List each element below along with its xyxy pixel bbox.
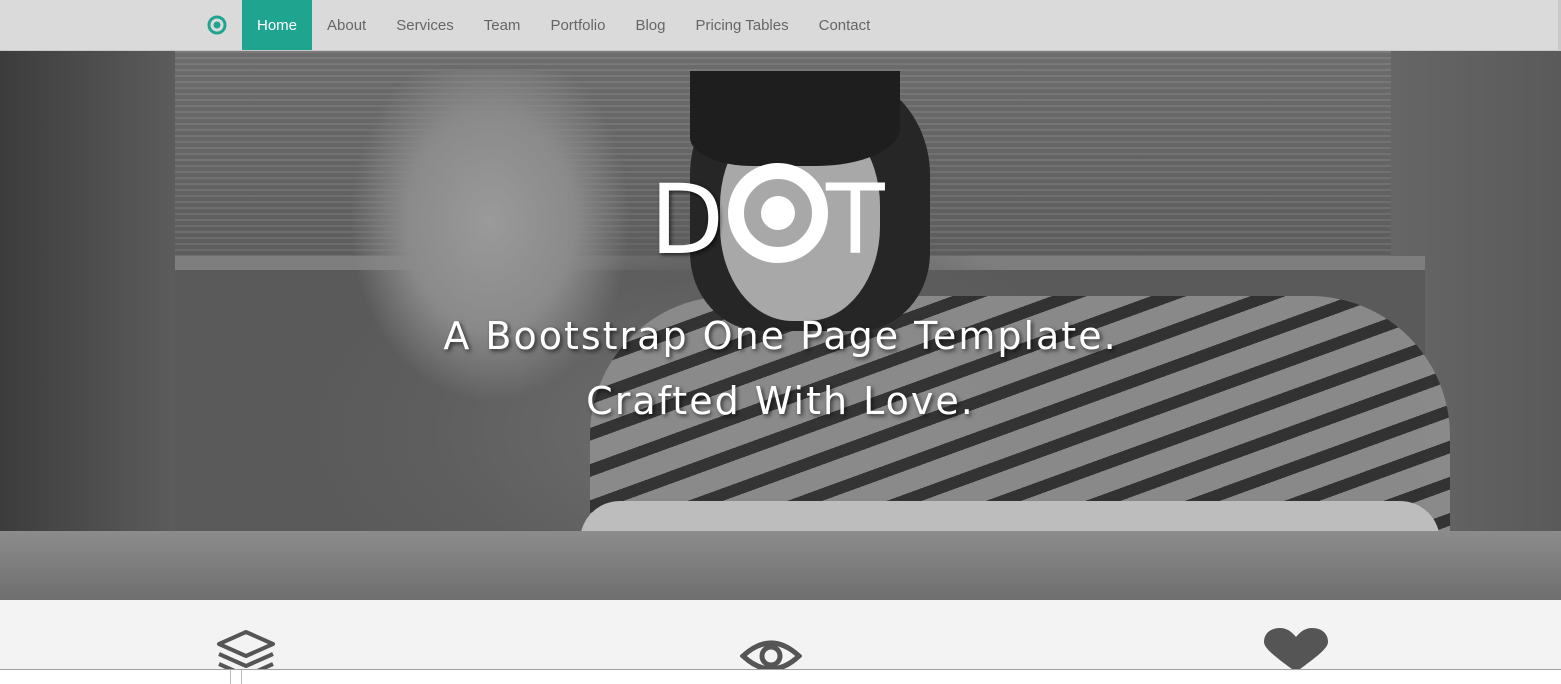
hero-section: D T A Bootstrap One Page Template. Craft… (0, 51, 1561, 600)
nav-menu: Home About Services Team Portfolio Blog … (242, 0, 885, 50)
hero-content: D T A Bootstrap One Page Template. Craft… (0, 51, 1561, 600)
target-dot-icon[interactable] (205, 13, 229, 37)
nav-item-blog[interactable]: Blog (620, 0, 680, 50)
bottom-divider-left (230, 670, 231, 684)
nav-item-home[interactable]: Home (242, 0, 313, 50)
layers-icon (217, 630, 275, 674)
dot-logo: D T (650, 163, 885, 266)
dot-logo-center (761, 196, 795, 230)
hero-tagline-line1: A Bootstrap One Page Template. (443, 314, 1118, 358)
bottom-strip (0, 670, 1561, 684)
nav-item-about[interactable]: About (312, 0, 381, 50)
heart-icon (1264, 628, 1328, 672)
top-navbar: Home About Services Team Portfolio Blog … (0, 0, 1561, 51)
nav-item-contact[interactable]: Contact (804, 0, 886, 50)
nav-item-pricing-tables[interactable]: Pricing Tables (681, 0, 804, 50)
nav-item-team[interactable]: Team (469, 0, 536, 50)
dot-logo-letter-t: T (825, 164, 885, 266)
dot-logo-letter-d: D (650, 164, 724, 266)
nav-item-services[interactable]: Services (381, 0, 469, 50)
bottom-divider-right (241, 670, 242, 684)
hero-tagline-line2: Crafted With Love. (586, 379, 975, 423)
nav-item-portfolio[interactable]: Portfolio (535, 0, 620, 50)
